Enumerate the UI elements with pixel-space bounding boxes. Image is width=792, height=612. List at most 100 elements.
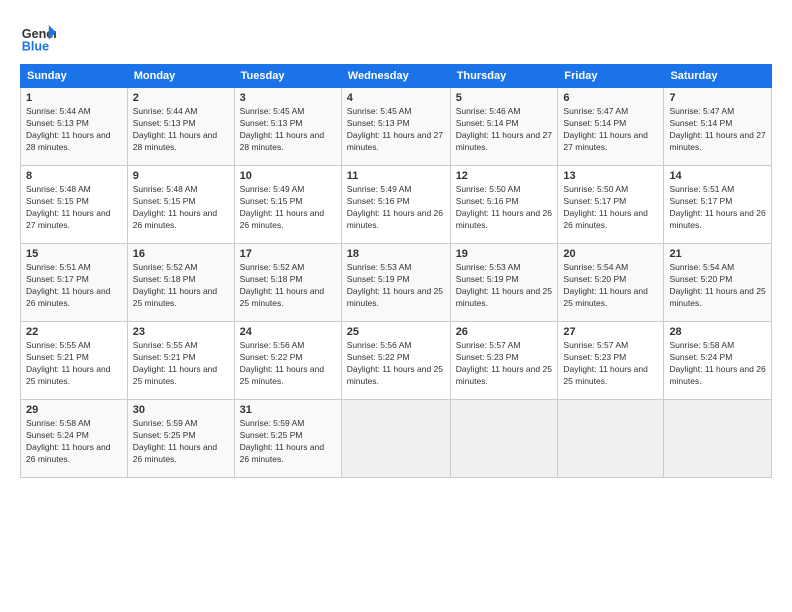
day-number: 14 <box>669 170 766 182</box>
day-number: 11 <box>347 170 445 182</box>
day-info: Sunrise: 5:46 AMSunset: 5:14 PMDaylight:… <box>456 106 552 152</box>
calendar-cell: 20 Sunrise: 5:54 AMSunset: 5:20 PMDaylig… <box>558 244 664 322</box>
calendar-cell <box>341 400 450 478</box>
logo-icon: General Blue <box>20 18 56 54</box>
calendar-cell: 11 Sunrise: 5:49 AMSunset: 5:16 PMDaylig… <box>341 166 450 244</box>
calendar-cell: 8 Sunrise: 5:48 AMSunset: 5:15 PMDayligh… <box>21 166 128 244</box>
day-info: Sunrise: 5:53 AMSunset: 5:19 PMDaylight:… <box>456 262 552 308</box>
day-info: Sunrise: 5:57 AMSunset: 5:23 PMDaylight:… <box>456 340 552 386</box>
day-info: Sunrise: 5:59 AMSunset: 5:25 PMDaylight:… <box>240 418 324 464</box>
day-info: Sunrise: 5:47 AMSunset: 5:14 PMDaylight:… <box>563 106 647 152</box>
day-info: Sunrise: 5:50 AMSunset: 5:16 PMDaylight:… <box>456 184 552 230</box>
calendar-cell: 9 Sunrise: 5:48 AMSunset: 5:15 PMDayligh… <box>127 166 234 244</box>
calendar-cell: 5 Sunrise: 5:46 AMSunset: 5:14 PMDayligh… <box>450 88 558 166</box>
day-info: Sunrise: 5:55 AMSunset: 5:21 PMDaylight:… <box>26 340 110 386</box>
day-info: Sunrise: 5:52 AMSunset: 5:18 PMDaylight:… <box>240 262 324 308</box>
calendar-cell: 3 Sunrise: 5:45 AMSunset: 5:13 PMDayligh… <box>234 88 341 166</box>
day-number: 17 <box>240 248 336 260</box>
day-number: 16 <box>133 248 229 260</box>
header-row: SundayMondayTuesdayWednesdayThursdayFrid… <box>21 65 772 88</box>
day-number: 1 <box>26 92 122 104</box>
day-number: 12 <box>456 170 553 182</box>
day-header-friday: Friday <box>558 65 664 88</box>
day-number: 29 <box>26 404 122 416</box>
day-number: 18 <box>347 248 445 260</box>
day-info: Sunrise: 5:59 AMSunset: 5:25 PMDaylight:… <box>133 418 217 464</box>
calendar-cell: 15 Sunrise: 5:51 AMSunset: 5:17 PMDaylig… <box>21 244 128 322</box>
day-info: Sunrise: 5:57 AMSunset: 5:23 PMDaylight:… <box>563 340 647 386</box>
day-header-sunday: Sunday <box>21 65 128 88</box>
calendar-cell: 23 Sunrise: 5:55 AMSunset: 5:21 PMDaylig… <box>127 322 234 400</box>
calendar-week-3: 15 Sunrise: 5:51 AMSunset: 5:17 PMDaylig… <box>21 244 772 322</box>
page: General Blue SundayMondayTuesdayWednesda… <box>0 0 792 612</box>
day-number: 8 <box>26 170 122 182</box>
calendar-cell: 17 Sunrise: 5:52 AMSunset: 5:18 PMDaylig… <box>234 244 341 322</box>
day-info: Sunrise: 5:49 AMSunset: 5:16 PMDaylight:… <box>347 184 443 230</box>
day-number: 27 <box>563 326 658 338</box>
calendar-cell: 26 Sunrise: 5:57 AMSunset: 5:23 PMDaylig… <box>450 322 558 400</box>
day-number: 10 <box>240 170 336 182</box>
calendar-cell: 6 Sunrise: 5:47 AMSunset: 5:14 PMDayligh… <box>558 88 664 166</box>
calendar-week-1: 1 Sunrise: 5:44 AMSunset: 5:13 PMDayligh… <box>21 88 772 166</box>
day-number: 22 <box>26 326 122 338</box>
day-number: 3 <box>240 92 336 104</box>
day-number: 19 <box>456 248 553 260</box>
calendar-cell: 28 Sunrise: 5:58 AMSunset: 5:24 PMDaylig… <box>664 322 772 400</box>
day-info: Sunrise: 5:53 AMSunset: 5:19 PMDaylight:… <box>347 262 443 308</box>
day-info: Sunrise: 5:44 AMSunset: 5:13 PMDaylight:… <box>26 106 110 152</box>
day-number: 23 <box>133 326 229 338</box>
day-info: Sunrise: 5:54 AMSunset: 5:20 PMDaylight:… <box>669 262 765 308</box>
day-number: 28 <box>669 326 766 338</box>
day-info: Sunrise: 5:49 AMSunset: 5:15 PMDaylight:… <box>240 184 324 230</box>
calendar-cell: 4 Sunrise: 5:45 AMSunset: 5:13 PMDayligh… <box>341 88 450 166</box>
calendar-cell: 18 Sunrise: 5:53 AMSunset: 5:19 PMDaylig… <box>341 244 450 322</box>
calendar-cell: 29 Sunrise: 5:58 AMSunset: 5:24 PMDaylig… <box>21 400 128 478</box>
day-info: Sunrise: 5:58 AMSunset: 5:24 PMDaylight:… <box>26 418 110 464</box>
day-header-thursday: Thursday <box>450 65 558 88</box>
calendar-cell: 27 Sunrise: 5:57 AMSunset: 5:23 PMDaylig… <box>558 322 664 400</box>
day-number: 21 <box>669 248 766 260</box>
calendar-cell: 16 Sunrise: 5:52 AMSunset: 5:18 PMDaylig… <box>127 244 234 322</box>
day-info: Sunrise: 5:54 AMSunset: 5:20 PMDaylight:… <box>563 262 647 308</box>
header: General Blue <box>20 18 772 54</box>
day-number: 13 <box>563 170 658 182</box>
day-info: Sunrise: 5:51 AMSunset: 5:17 PMDaylight:… <box>26 262 110 308</box>
calendar-cell: 12 Sunrise: 5:50 AMSunset: 5:16 PMDaylig… <box>450 166 558 244</box>
day-header-monday: Monday <box>127 65 234 88</box>
day-number: 15 <box>26 248 122 260</box>
calendar-cell <box>558 400 664 478</box>
calendar-week-4: 22 Sunrise: 5:55 AMSunset: 5:21 PMDaylig… <box>21 322 772 400</box>
calendar-cell: 25 Sunrise: 5:56 AMSunset: 5:22 PMDaylig… <box>341 322 450 400</box>
calendar-cell: 24 Sunrise: 5:56 AMSunset: 5:22 PMDaylig… <box>234 322 341 400</box>
calendar-cell: 14 Sunrise: 5:51 AMSunset: 5:17 PMDaylig… <box>664 166 772 244</box>
day-info: Sunrise: 5:48 AMSunset: 5:15 PMDaylight:… <box>133 184 217 230</box>
calendar-cell: 31 Sunrise: 5:59 AMSunset: 5:25 PMDaylig… <box>234 400 341 478</box>
calendar-table: SundayMondayTuesdayWednesdayThursdayFrid… <box>20 64 772 478</box>
day-info: Sunrise: 5:45 AMSunset: 5:13 PMDaylight:… <box>347 106 443 152</box>
day-number: 6 <box>563 92 658 104</box>
day-header-saturday: Saturday <box>664 65 772 88</box>
logo: General Blue <box>20 18 56 54</box>
day-number: 25 <box>347 326 445 338</box>
day-number: 30 <box>133 404 229 416</box>
day-number: 2 <box>133 92 229 104</box>
calendar-cell: 13 Sunrise: 5:50 AMSunset: 5:17 PMDaylig… <box>558 166 664 244</box>
day-info: Sunrise: 5:58 AMSunset: 5:24 PMDaylight:… <box>669 340 765 386</box>
calendar-cell: 19 Sunrise: 5:53 AMSunset: 5:19 PMDaylig… <box>450 244 558 322</box>
calendar-cell <box>450 400 558 478</box>
day-number: 5 <box>456 92 553 104</box>
day-info: Sunrise: 5:56 AMSunset: 5:22 PMDaylight:… <box>347 340 443 386</box>
calendar-cell: 30 Sunrise: 5:59 AMSunset: 5:25 PMDaylig… <box>127 400 234 478</box>
calendar-cell: 21 Sunrise: 5:54 AMSunset: 5:20 PMDaylig… <box>664 244 772 322</box>
calendar-week-5: 29 Sunrise: 5:58 AMSunset: 5:24 PMDaylig… <box>21 400 772 478</box>
day-info: Sunrise: 5:47 AMSunset: 5:14 PMDaylight:… <box>669 106 765 152</box>
day-info: Sunrise: 5:50 AMSunset: 5:17 PMDaylight:… <box>563 184 647 230</box>
svg-text:Blue: Blue <box>22 39 49 53</box>
calendar-cell: 10 Sunrise: 5:49 AMSunset: 5:15 PMDaylig… <box>234 166 341 244</box>
day-number: 7 <box>669 92 766 104</box>
day-info: Sunrise: 5:55 AMSunset: 5:21 PMDaylight:… <box>133 340 217 386</box>
day-info: Sunrise: 5:56 AMSunset: 5:22 PMDaylight:… <box>240 340 324 386</box>
calendar-cell: 22 Sunrise: 5:55 AMSunset: 5:21 PMDaylig… <box>21 322 128 400</box>
calendar-cell: 1 Sunrise: 5:44 AMSunset: 5:13 PMDayligh… <box>21 88 128 166</box>
day-info: Sunrise: 5:51 AMSunset: 5:17 PMDaylight:… <box>669 184 765 230</box>
